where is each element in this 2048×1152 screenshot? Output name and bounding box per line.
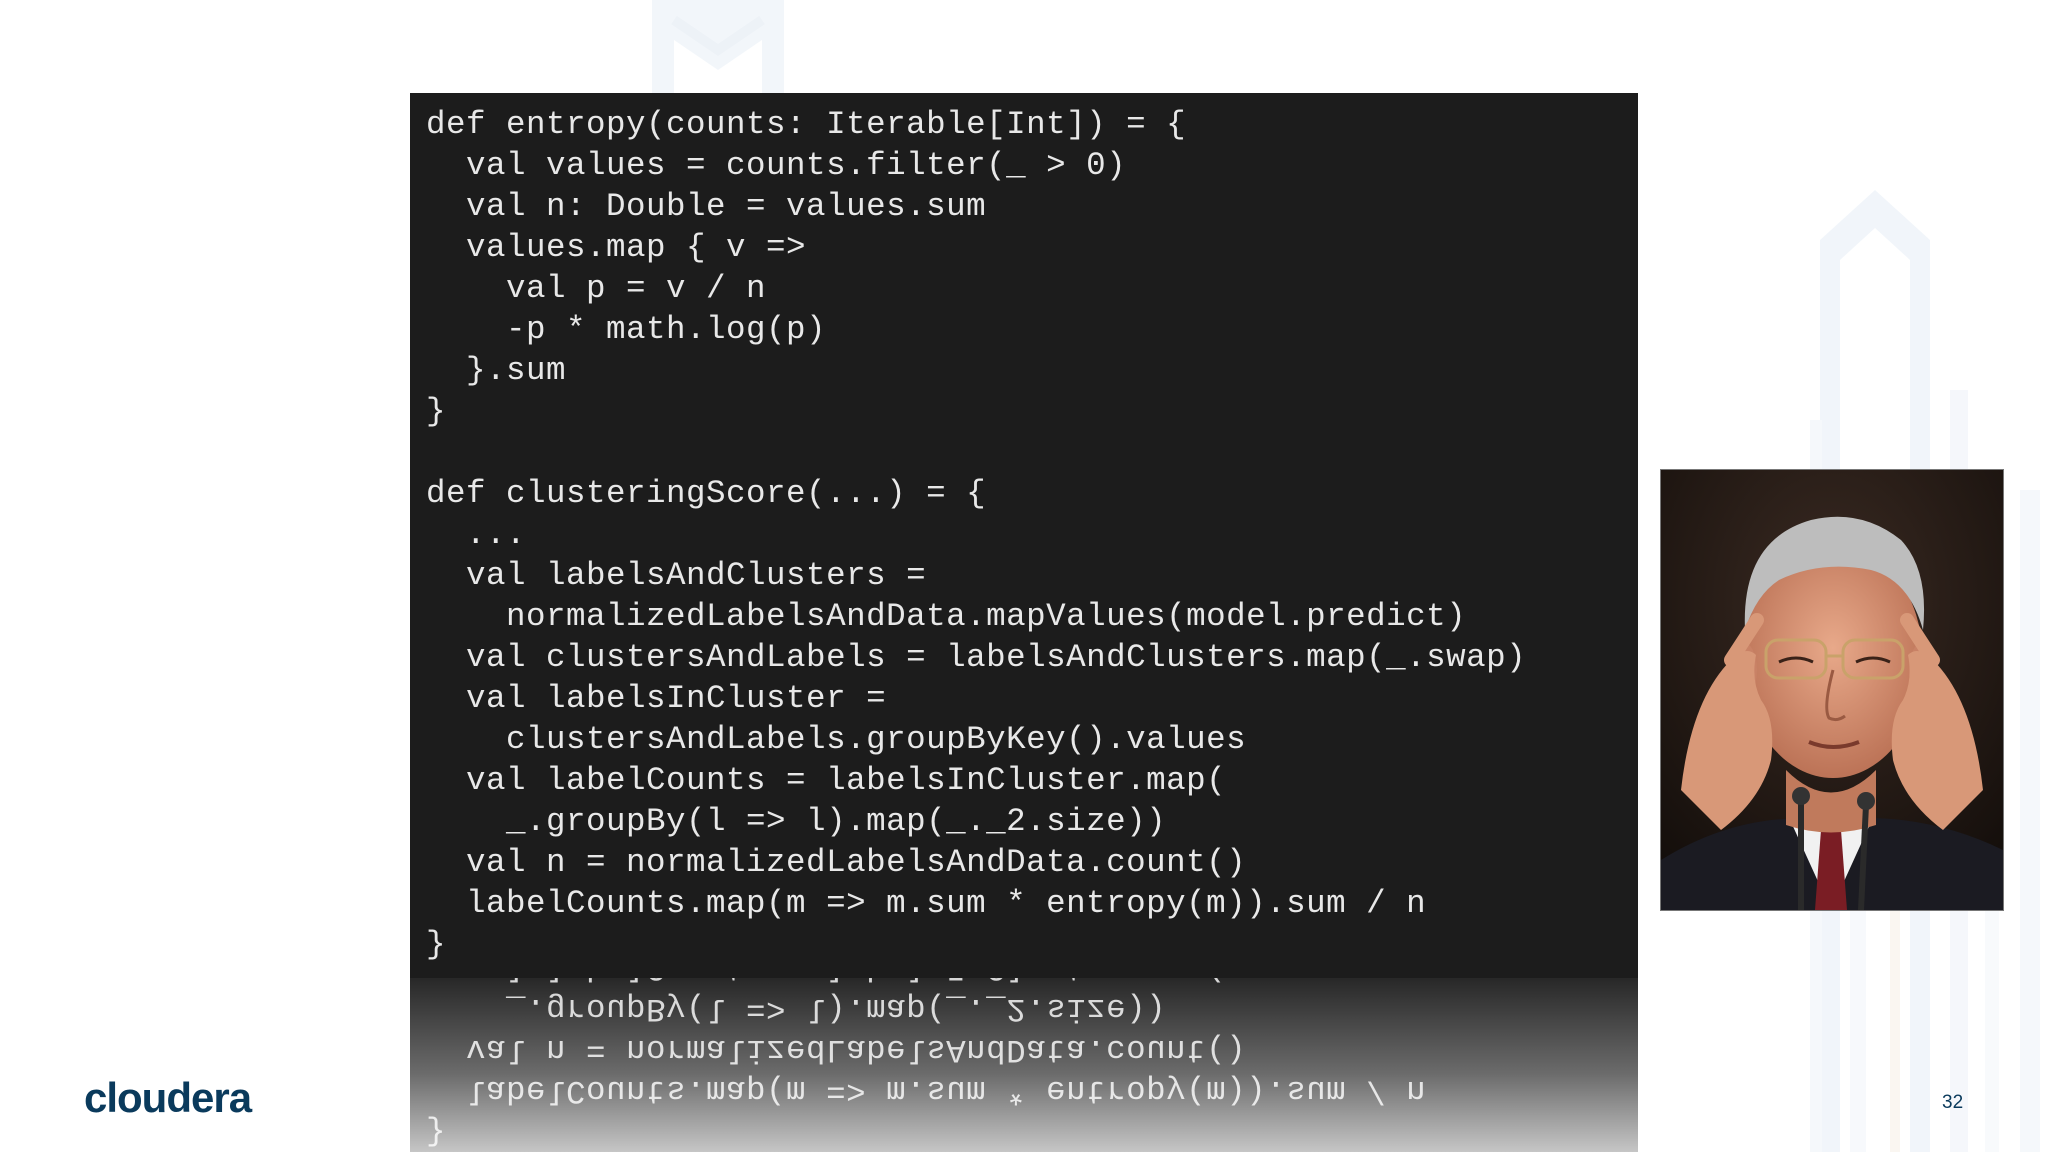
code-line: ... (426, 516, 527, 553)
code-line: clustersAndLabels.groupByKey().values (426, 721, 1247, 758)
cloudera-logo: cloudera (84, 1074, 252, 1121)
code-line: values.map { v => (426, 229, 807, 266)
code-line: val p = v / n (426, 270, 767, 307)
code-line: labelCounts.map(m => m.sum * entropy(m))… (426, 885, 1427, 922)
code-line: normalizedLabelsAndData.mapValues(model.… (426, 598, 1467, 635)
code-line: val values = counts.filter(_ > 0) (426, 147, 1127, 184)
code-line: def clusteringScore(...) = { (426, 475, 987, 512)
person-photo (1660, 469, 2004, 911)
slide-page-number: 32 (1942, 1092, 1964, 1113)
code-line: val n = normalizedLabelsAndData.count() (426, 844, 1247, 881)
code-line: } (426, 926, 447, 963)
code-line: val labelsAndClusters = (426, 557, 927, 594)
code-line: -p * math.log(p) (426, 311, 827, 348)
code-line: } (426, 393, 447, 430)
code-line: val labelCounts = labelsInCluster.map( (426, 762, 1227, 799)
person-thinking-illustration (1661, 470, 2003, 910)
code-block-reflection: } labelCounts.map(m => m.sum * entropy(m… (410, 978, 1638, 1152)
reflection-fade (410, 978, 1638, 1152)
code-line: val n: Double = values.sum (426, 188, 987, 225)
code-line: }.sum (426, 352, 567, 389)
code-line: val clustersAndLabels = labelsAndCluster… (426, 639, 1527, 676)
code-block: def entropy(counts: Iterable[Int]) = { v… (410, 93, 1638, 978)
code-line: def entropy(counts: Iterable[Int]) = { (426, 106, 1187, 143)
code-line: val labelsInCluster = (426, 680, 887, 717)
code-line: _.groupBy(l => l).map(_._2.size)) (426, 803, 1167, 840)
